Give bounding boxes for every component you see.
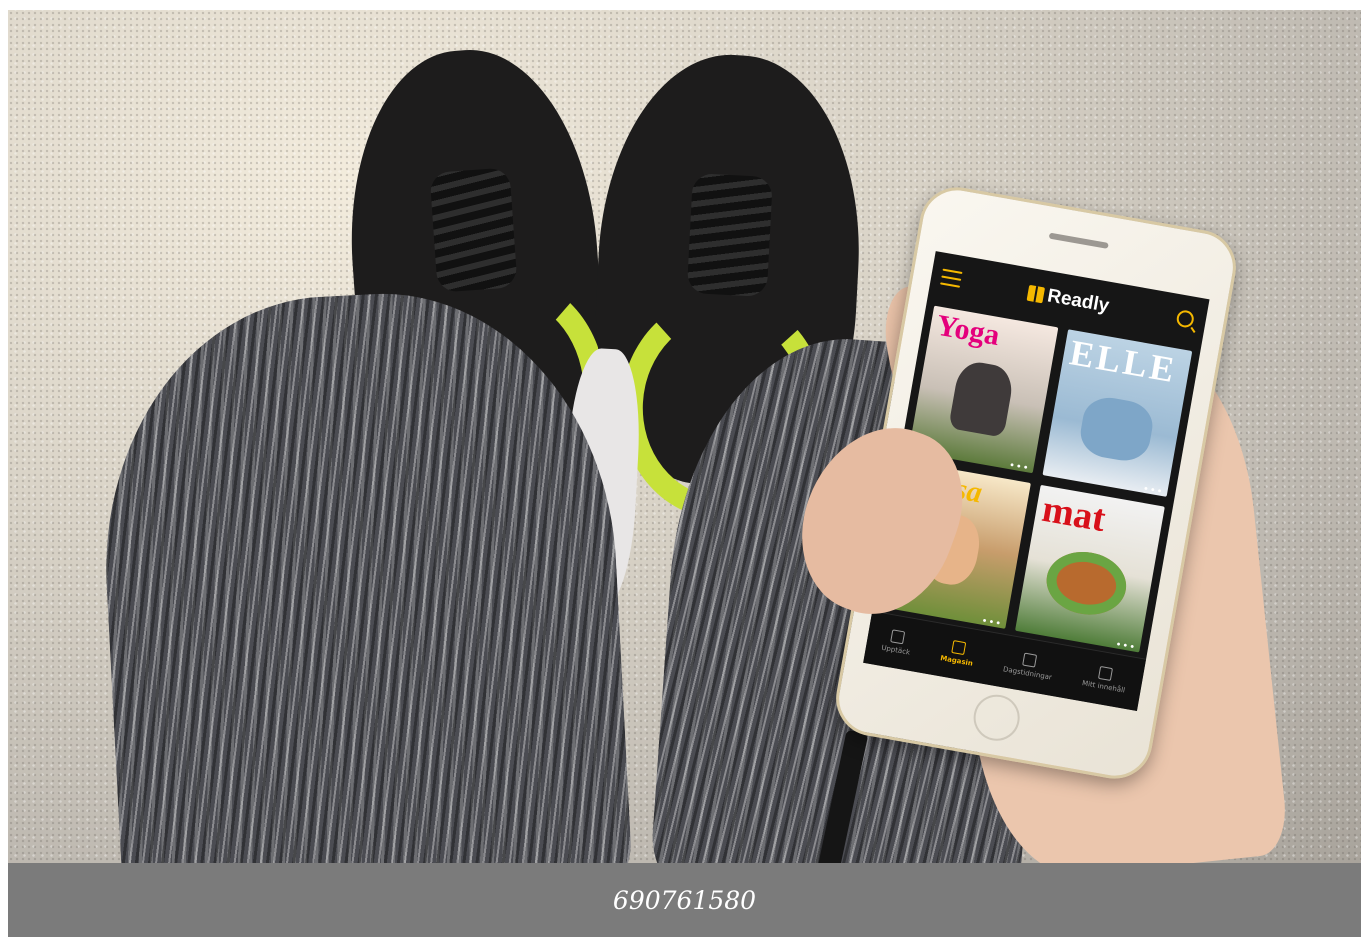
nav-label: Magasin bbox=[939, 654, 974, 668]
nav-item-dagstidningar[interactable]: Dagstidningar bbox=[1002, 649, 1055, 682]
shoe-laces bbox=[428, 167, 518, 293]
more-options-icon[interactable]: ••• bbox=[1008, 460, 1030, 473]
cover-photo bbox=[948, 358, 1016, 438]
search-icon[interactable] bbox=[1175, 309, 1196, 329]
nav-label: Dagstidningar bbox=[1002, 665, 1053, 682]
nav-label: Mitt innehåll bbox=[1081, 679, 1126, 695]
more-options-icon[interactable]: ••• bbox=[1114, 639, 1136, 652]
image-id-caption: 690761580 bbox=[612, 885, 757, 915]
stock-photo: Readly Yoga ••• ELLE ••• Hälsa bbox=[8, 10, 1361, 863]
user-icon bbox=[1098, 665, 1114, 682]
phone-speaker bbox=[1048, 232, 1109, 249]
logo-text: Readly bbox=[1045, 285, 1111, 317]
nav-item-magasin[interactable]: Magasin bbox=[939, 638, 977, 668]
readly-logo-icon bbox=[1026, 284, 1045, 304]
readly-logo: Readly bbox=[1026, 282, 1111, 318]
magazine-cover[interactable]: mat ••• bbox=[1015, 484, 1165, 653]
magazine-cover[interactable]: ELLE ••• bbox=[1042, 329, 1193, 497]
cover-title: mat bbox=[1039, 487, 1109, 541]
nav-label: Upptäck bbox=[880, 643, 911, 657]
cover-title: ELLE bbox=[1066, 332, 1181, 391]
hamburger-menu-icon[interactable] bbox=[940, 268, 963, 288]
shoe-laces bbox=[686, 173, 773, 298]
nav-item-upptack[interactable]: Upptäck bbox=[881, 628, 914, 657]
more-options-icon[interactable]: ••• bbox=[981, 616, 1003, 629]
more-options-icon[interactable]: ••• bbox=[1142, 484, 1164, 497]
newspaper-icon bbox=[1022, 652, 1038, 668]
caption-bar: 690761580 bbox=[8, 863, 1361, 937]
cover-photo bbox=[1076, 393, 1157, 465]
cover-photo bbox=[1041, 545, 1132, 621]
cover-title: Yoga bbox=[934, 308, 1003, 353]
home-icon bbox=[890, 629, 906, 645]
phone-home-button bbox=[969, 691, 1024, 745]
nav-item-mitt-innehall[interactable]: Mitt innehåll bbox=[1081, 663, 1128, 695]
book-icon bbox=[951, 640, 967, 656]
